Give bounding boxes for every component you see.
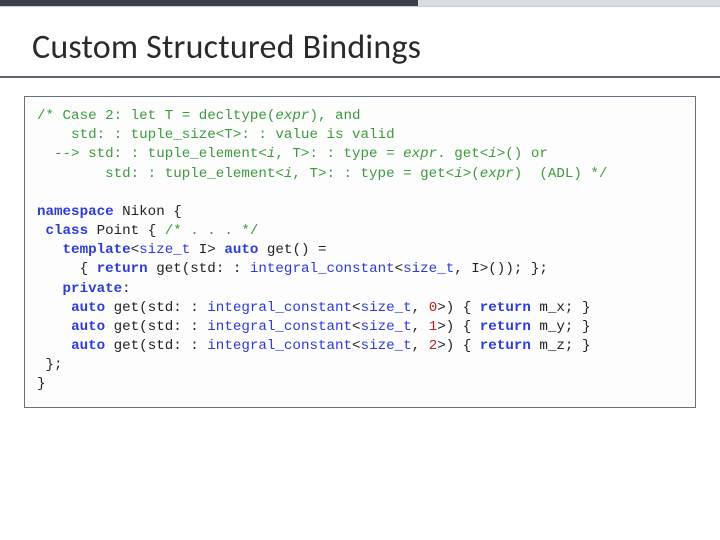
get-0-line: auto get(std: : integral_constant<size_t… [37, 300, 590, 316]
comment-line-1: /* Case 2: let T = decltype(expr), and [37, 108, 361, 124]
template-body: { return get(std: : integral_constant<si… [37, 261, 548, 277]
accent-dark [0, 0, 418, 6]
ns-close: } [37, 376, 46, 392]
private-line: private: [37, 281, 131, 297]
ns-line: namespace Nikon { [37, 204, 182, 220]
get-1-line: auto get(std: : integral_constant<size_t… [37, 319, 590, 335]
accent-light [418, 0, 720, 6]
class-line: class Point { /* . . . */ [37, 223, 258, 239]
comment-line-2: std: : tuple_size<T>: : value is valid [37, 127, 395, 143]
comment-line-3: --> std: : tuple_element<i, T>: : type =… [37, 146, 548, 162]
slide-title: Custom Structured Bindings [32, 27, 688, 68]
template-line: template<size_t I> auto get() = [37, 242, 327, 258]
get-2-line: auto get(std: : integral_constant<size_t… [37, 338, 590, 354]
code-box: /* Case 2: let T = decltype(expr), and s… [24, 96, 696, 408]
top-accent-bar [0, 0, 720, 7]
class-close: }; [37, 357, 63, 373]
comment-line-4: std: : tuple_element<i, T>: : type = get… [37, 166, 607, 182]
title-block: Custom Structured Bindings [0, 7, 720, 78]
